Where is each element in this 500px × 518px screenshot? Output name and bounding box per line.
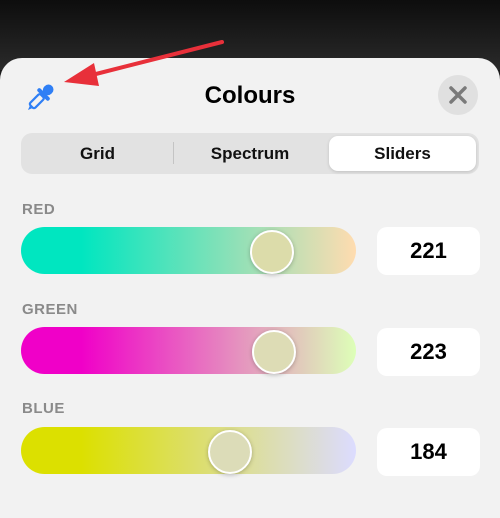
tab-spectrum[interactable]: Spectrum: [175, 136, 325, 171]
green-value-field[interactable]: 223: [377, 328, 480, 376]
segment-divider: [173, 142, 174, 164]
close-button[interactable]: [438, 75, 478, 115]
green-slider-track[interactable]: [21, 327, 356, 374]
close-icon: [449, 86, 467, 104]
tab-sliders[interactable]: Sliders: [329, 136, 476, 171]
blue-slider-thumb[interactable]: [208, 430, 252, 474]
red-slider-track[interactable]: [21, 227, 356, 274]
blue-value-field[interactable]: 184: [377, 428, 480, 476]
view-mode-segmented-control: Grid Spectrum Sliders: [21, 133, 479, 174]
blue-slider-track[interactable]: [21, 427, 356, 474]
red-value-field[interactable]: 221: [377, 227, 480, 275]
red-label: RED: [22, 201, 56, 218]
red-slider-thumb[interactable]: [250, 230, 294, 274]
green-label: GREEN: [22, 301, 78, 318]
blue-label: BLUE: [22, 400, 65, 417]
tab-grid[interactable]: Grid: [24, 136, 171, 171]
page-title: Colours: [204, 82, 296, 109]
green-slider-thumb[interactable]: [252, 330, 296, 374]
